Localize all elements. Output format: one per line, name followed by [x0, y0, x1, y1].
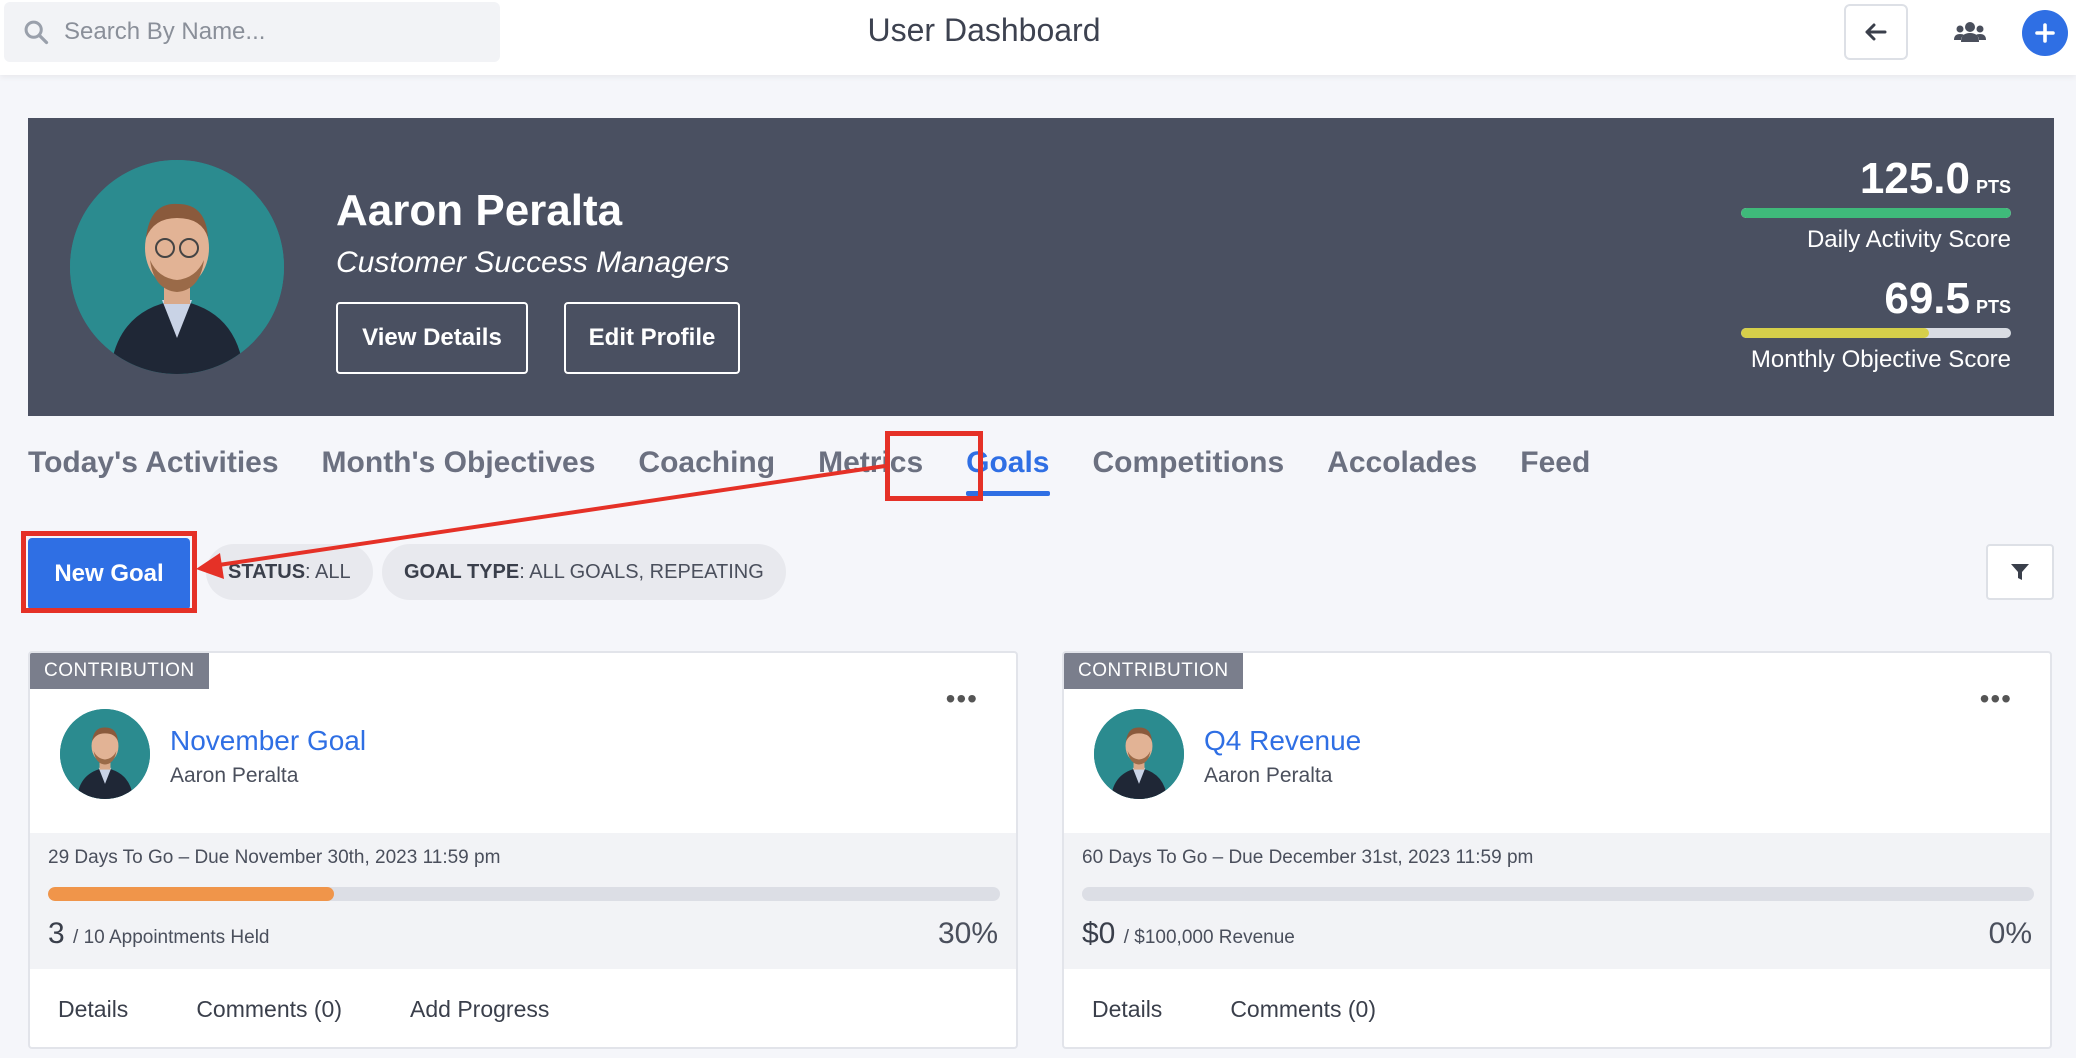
back-button[interactable]: [1844, 4, 1908, 60]
goal-count: 3 / 10 Appointments Held: [48, 917, 270, 951]
goal-actions: Details Comments (0) Add Progress: [30, 969, 1016, 1047]
more-horizontal-icon[interactable]: •••: [1980, 685, 2012, 713]
tab-todays-activities[interactable]: Today's Activities: [28, 440, 279, 492]
score-label: Monthly Objective Score: [1750, 346, 2011, 373]
goal-type-ribbon: CONTRIBUTION: [30, 653, 209, 689]
details-link[interactable]: Details: [58, 996, 128, 1023]
score-bar: [1741, 328, 2011, 338]
goal-title-link[interactable]: Q4 Revenue: [1204, 725, 1361, 757]
goal-card: CONTRIBUTION ••• Q4 Revenue Aaron Peralt…: [1062, 651, 2052, 1049]
comments-link[interactable]: Comments (0): [1230, 996, 1376, 1023]
goal-actions: Details Comments (0): [1064, 969, 2050, 1047]
goal-progress-section: 60 Days To Go – Due December 31st, 2023 …: [1064, 833, 2050, 969]
goal-percent: 0%: [1988, 917, 2032, 950]
goal-owner: Aaron Peralta: [1204, 764, 1333, 787]
tab-bar: Today's Activities Month's Objectives Co…: [28, 440, 1633, 496]
details-link[interactable]: Details: [1092, 996, 1162, 1023]
goal-progress-bar: [1082, 887, 2034, 901]
tab-accolades[interactable]: Accolades: [1327, 440, 1477, 492]
status-filter-chip[interactable]: STATUS: ALL: [206, 544, 373, 600]
chip-value: : ALL: [305, 560, 351, 583]
goal-current: 3: [48, 917, 65, 950]
goal-count: $0 / $100,000 Revenue: [1082, 917, 1295, 951]
goal-target: / $100,000 Revenue: [1123, 927, 1295, 948]
goal-target: / 10 Appointments Held: [73, 927, 270, 948]
score-bar: [1741, 208, 2011, 218]
daily-activity-score: 125.0 PTS Daily Activity Score: [1741, 154, 2011, 254]
chip-key: STATUS: [228, 560, 306, 583]
goal-owner: Aaron Peralta: [170, 764, 299, 787]
arrow-left-icon: [1865, 23, 1887, 41]
goals-tab-highlight: [885, 431, 983, 501]
profile-name: Aaron Peralta: [336, 186, 623, 235]
score-value: 69.5: [1884, 274, 1970, 323]
avatar: [70, 160, 284, 374]
profile-role: Customer Success Managers: [336, 246, 730, 279]
goal-percent: 30%: [937, 917, 998, 950]
view-details-button[interactable]: View Details: [336, 302, 528, 374]
score-unit: PTS: [1975, 177, 2011, 197]
score-value: 125.0: [1859, 154, 1970, 203]
top-bar: User Dashboard: [0, 0, 2076, 75]
add-button[interactable]: [2022, 10, 2068, 56]
goal-type-ribbon: CONTRIBUTION: [1064, 653, 1243, 689]
avatar: [60, 709, 150, 799]
monthly-objective-score: 69.5 PTS Monthly Objective Score: [1741, 274, 2011, 374]
edit-profile-button[interactable]: Edit Profile: [564, 302, 740, 374]
goal-due-date: 29 Days To Go – Due November 30th, 2023 …: [48, 847, 501, 868]
tab-competitions[interactable]: Competitions: [1093, 440, 1285, 492]
goal-progress-bar: [48, 887, 1000, 901]
add-progress-link[interactable]: Add Progress: [410, 996, 549, 1023]
tab-coaching[interactable]: Coaching: [638, 440, 775, 492]
profile-header: Aaron Peralta Customer Success Managers …: [28, 118, 2054, 416]
goal-title-link[interactable]: November Goal: [170, 725, 366, 757]
chip-value: : ALL GOALS, REPEATING: [519, 560, 764, 583]
tab-months-objectives[interactable]: Month's Objectives: [322, 440, 596, 492]
goal-current: $0: [1082, 917, 1116, 950]
avatar: [1094, 709, 1184, 799]
goal-progress-section: 29 Days To Go – Due November 30th, 2023 …: [30, 833, 1016, 969]
filter-button[interactable]: [1986, 544, 2054, 600]
plus-icon: [2035, 23, 2055, 43]
more-horizontal-icon[interactable]: •••: [946, 685, 978, 713]
page-title: User Dashboard: [867, 12, 1101, 48]
filter-icon: [2011, 564, 2029, 580]
chip-key: GOAL TYPE: [404, 560, 520, 583]
new-goal-highlight: [21, 531, 197, 613]
score-unit: PTS: [1975, 297, 2011, 317]
team-button[interactable]: [1948, 14, 1992, 50]
tab-feed[interactable]: Feed: [1520, 440, 1590, 492]
score-label: Daily Activity Score: [1806, 226, 2011, 253]
goal-due-date: 60 Days To Go – Due December 31st, 2023 …: [1082, 847, 1534, 868]
comments-link[interactable]: Comments (0): [196, 996, 342, 1023]
goal-type-filter-chip[interactable]: GOAL TYPE: ALL GOALS, REPEATING: [382, 544, 786, 600]
goal-card: CONTRIBUTION ••• November Goal Aaron Per…: [28, 651, 1018, 1049]
users-icon: [1954, 22, 1986, 42]
